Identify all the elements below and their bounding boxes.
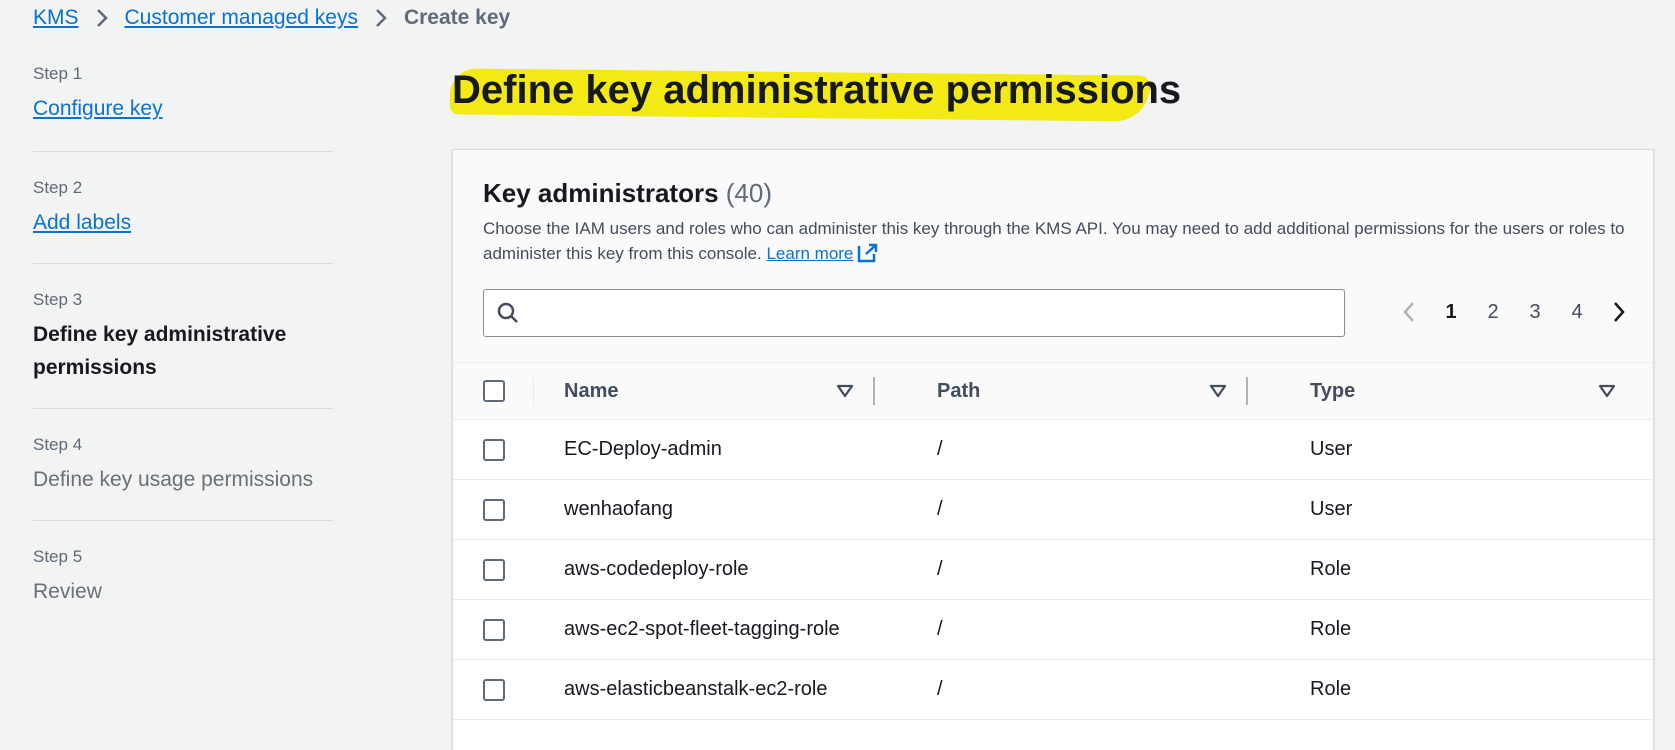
search-icon: [496, 301, 520, 325]
step-title: Review: [33, 580, 102, 603]
column-header-type[interactable]: Type: [1310, 363, 1616, 419]
row-checkbox[interactable]: [483, 618, 505, 641]
table-header: Name Path Type: [453, 363, 1653, 420]
select-all-checkbox[interactable]: [483, 380, 505, 402]
row-checkbox[interactable]: [483, 438, 505, 461]
select-all-cell: [453, 380, 531, 402]
panel-count: (40): [725, 178, 773, 208]
row-checkbox[interactable]: [483, 498, 505, 521]
row-checkbox[interactable]: [483, 678, 505, 701]
cell-path: /: [937, 678, 943, 700]
cell-path: /: [937, 438, 943, 460]
step-5: Step 5 Review: [33, 521, 333, 633]
breadcrumb-kms-link[interactable]: KMS: [33, 6, 79, 30]
page-4-button[interactable]: 4: [1556, 301, 1598, 324]
panel-title-text: Key administrators: [483, 178, 719, 208]
breadcrumb: KMS Customer managed keys Create key: [33, 4, 510, 32]
step-3: Step 3 Define key administrative permiss…: [33, 264, 333, 409]
page-title: Define key administrative permissions: [452, 68, 1182, 112]
table-row[interactable]: aws-elasticbeanstalk-ec2-role / Role: [453, 660, 1653, 720]
step-configure-key-link[interactable]: Configure key: [33, 92, 333, 125]
step-number: Step 3: [33, 290, 83, 309]
row-select-cell: [453, 498, 531, 521]
row-select-cell: [453, 618, 531, 641]
column-resizer[interactable]: [873, 377, 875, 405]
step-title: Define key usage permissions: [33, 468, 314, 491]
row-select-cell: [453, 678, 531, 701]
breadcrumb-current: Create key: [403, 6, 511, 29]
column-label: Type: [1310, 379, 1356, 402]
step-current-title: Define key administrative permissions: [33, 323, 287, 379]
row-checkbox[interactable]: [483, 558, 505, 581]
step-number: Step 5: [33, 547, 83, 566]
wizard-steps: Step 1 Configure key Step 2 Add labels S…: [33, 56, 333, 633]
cell-path: /: [937, 558, 943, 580]
step-number: Step 2: [33, 178, 83, 197]
cell-type: Role: [1310, 618, 1352, 640]
panel-description: Choose the IAM users and roles who can a…: [483, 216, 1633, 270]
cell-type: Role: [1310, 678, 1352, 700]
row-select-cell: [453, 558, 531, 581]
sort-down-icon[interactable]: [1209, 383, 1227, 399]
cell-name: EC-Deploy-admin: [564, 438, 722, 460]
cell-name: aws-elasticbeanstalk-ec2-role: [564, 678, 828, 700]
column-label: Path: [937, 379, 981, 402]
next-page-icon[interactable]: [1598, 300, 1640, 324]
step-4: Step 4 Define key usage permissions: [33, 409, 333, 521]
table-row[interactable]: EC-Deploy-admin / User: [453, 420, 1653, 480]
column-divider: [533, 377, 534, 405]
search-input[interactable]: [528, 292, 1344, 334]
cell-path: /: [937, 498, 943, 520]
description-text: Choose the IAM users and roles who can a…: [483, 219, 1625, 263]
cell-name: wenhaofang: [564, 498, 673, 520]
step-add-labels-link[interactable]: Add labels: [33, 206, 333, 239]
column-header-path[interactable]: Path: [937, 363, 1227, 419]
cell-type: Role: [1310, 558, 1352, 580]
sort-down-icon[interactable]: [836, 383, 854, 399]
cell-path: /: [937, 618, 943, 640]
column-header-name[interactable]: Name: [564, 363, 854, 419]
cell-type: User: [1310, 438, 1353, 460]
step-2: Step 2 Add labels: [33, 152, 333, 264]
sort-down-icon[interactable]: [1598, 383, 1616, 399]
previous-page-icon[interactable]: [1388, 300, 1430, 324]
table-row[interactable]: wenhaofang / User: [453, 480, 1653, 540]
row-select-cell: [453, 438, 531, 461]
step-1: Step 1 Configure key: [33, 56, 333, 152]
learn-more-link[interactable]: Learn more: [766, 244, 853, 263]
pagination: 1 2 3 4: [1388, 291, 1640, 333]
page-3-button[interactable]: 3: [1514, 301, 1556, 324]
cell-name: aws-codedeploy-role: [564, 558, 749, 580]
step-number: Step 1: [33, 64, 83, 83]
cell-type: User: [1310, 498, 1353, 520]
key-administrators-panel: Key administrators (40) Choose the IAM u…: [452, 149, 1654, 750]
chevron-right-icon: [374, 7, 388, 29]
chevron-right-icon: [95, 7, 109, 29]
page-title-container: Define key administrative permissions: [449, 60, 1182, 124]
panel-header: Key administrators (40) Choose the IAM u…: [453, 150, 1653, 363]
page-2-button[interactable]: 2: [1472, 301, 1514, 324]
page-1-button[interactable]: 1: [1430, 301, 1472, 324]
search-box: [483, 289, 1345, 337]
column-label: Name: [564, 379, 619, 402]
external-link-icon[interactable]: [857, 243, 879, 270]
column-resizer[interactable]: [1246, 377, 1248, 405]
table-row[interactable]: aws-ec2-spot-fleet-tagging-role / Role: [453, 600, 1653, 660]
panel-title: Key administrators (40): [483, 178, 772, 209]
breadcrumb-customer-managed-keys-link[interactable]: Customer managed keys: [125, 6, 358, 30]
step-number: Step 4: [33, 435, 83, 454]
cell-name: aws-ec2-spot-fleet-tagging-role: [564, 618, 840, 640]
table-row[interactable]: aws-codedeploy-role / Role: [453, 540, 1653, 600]
